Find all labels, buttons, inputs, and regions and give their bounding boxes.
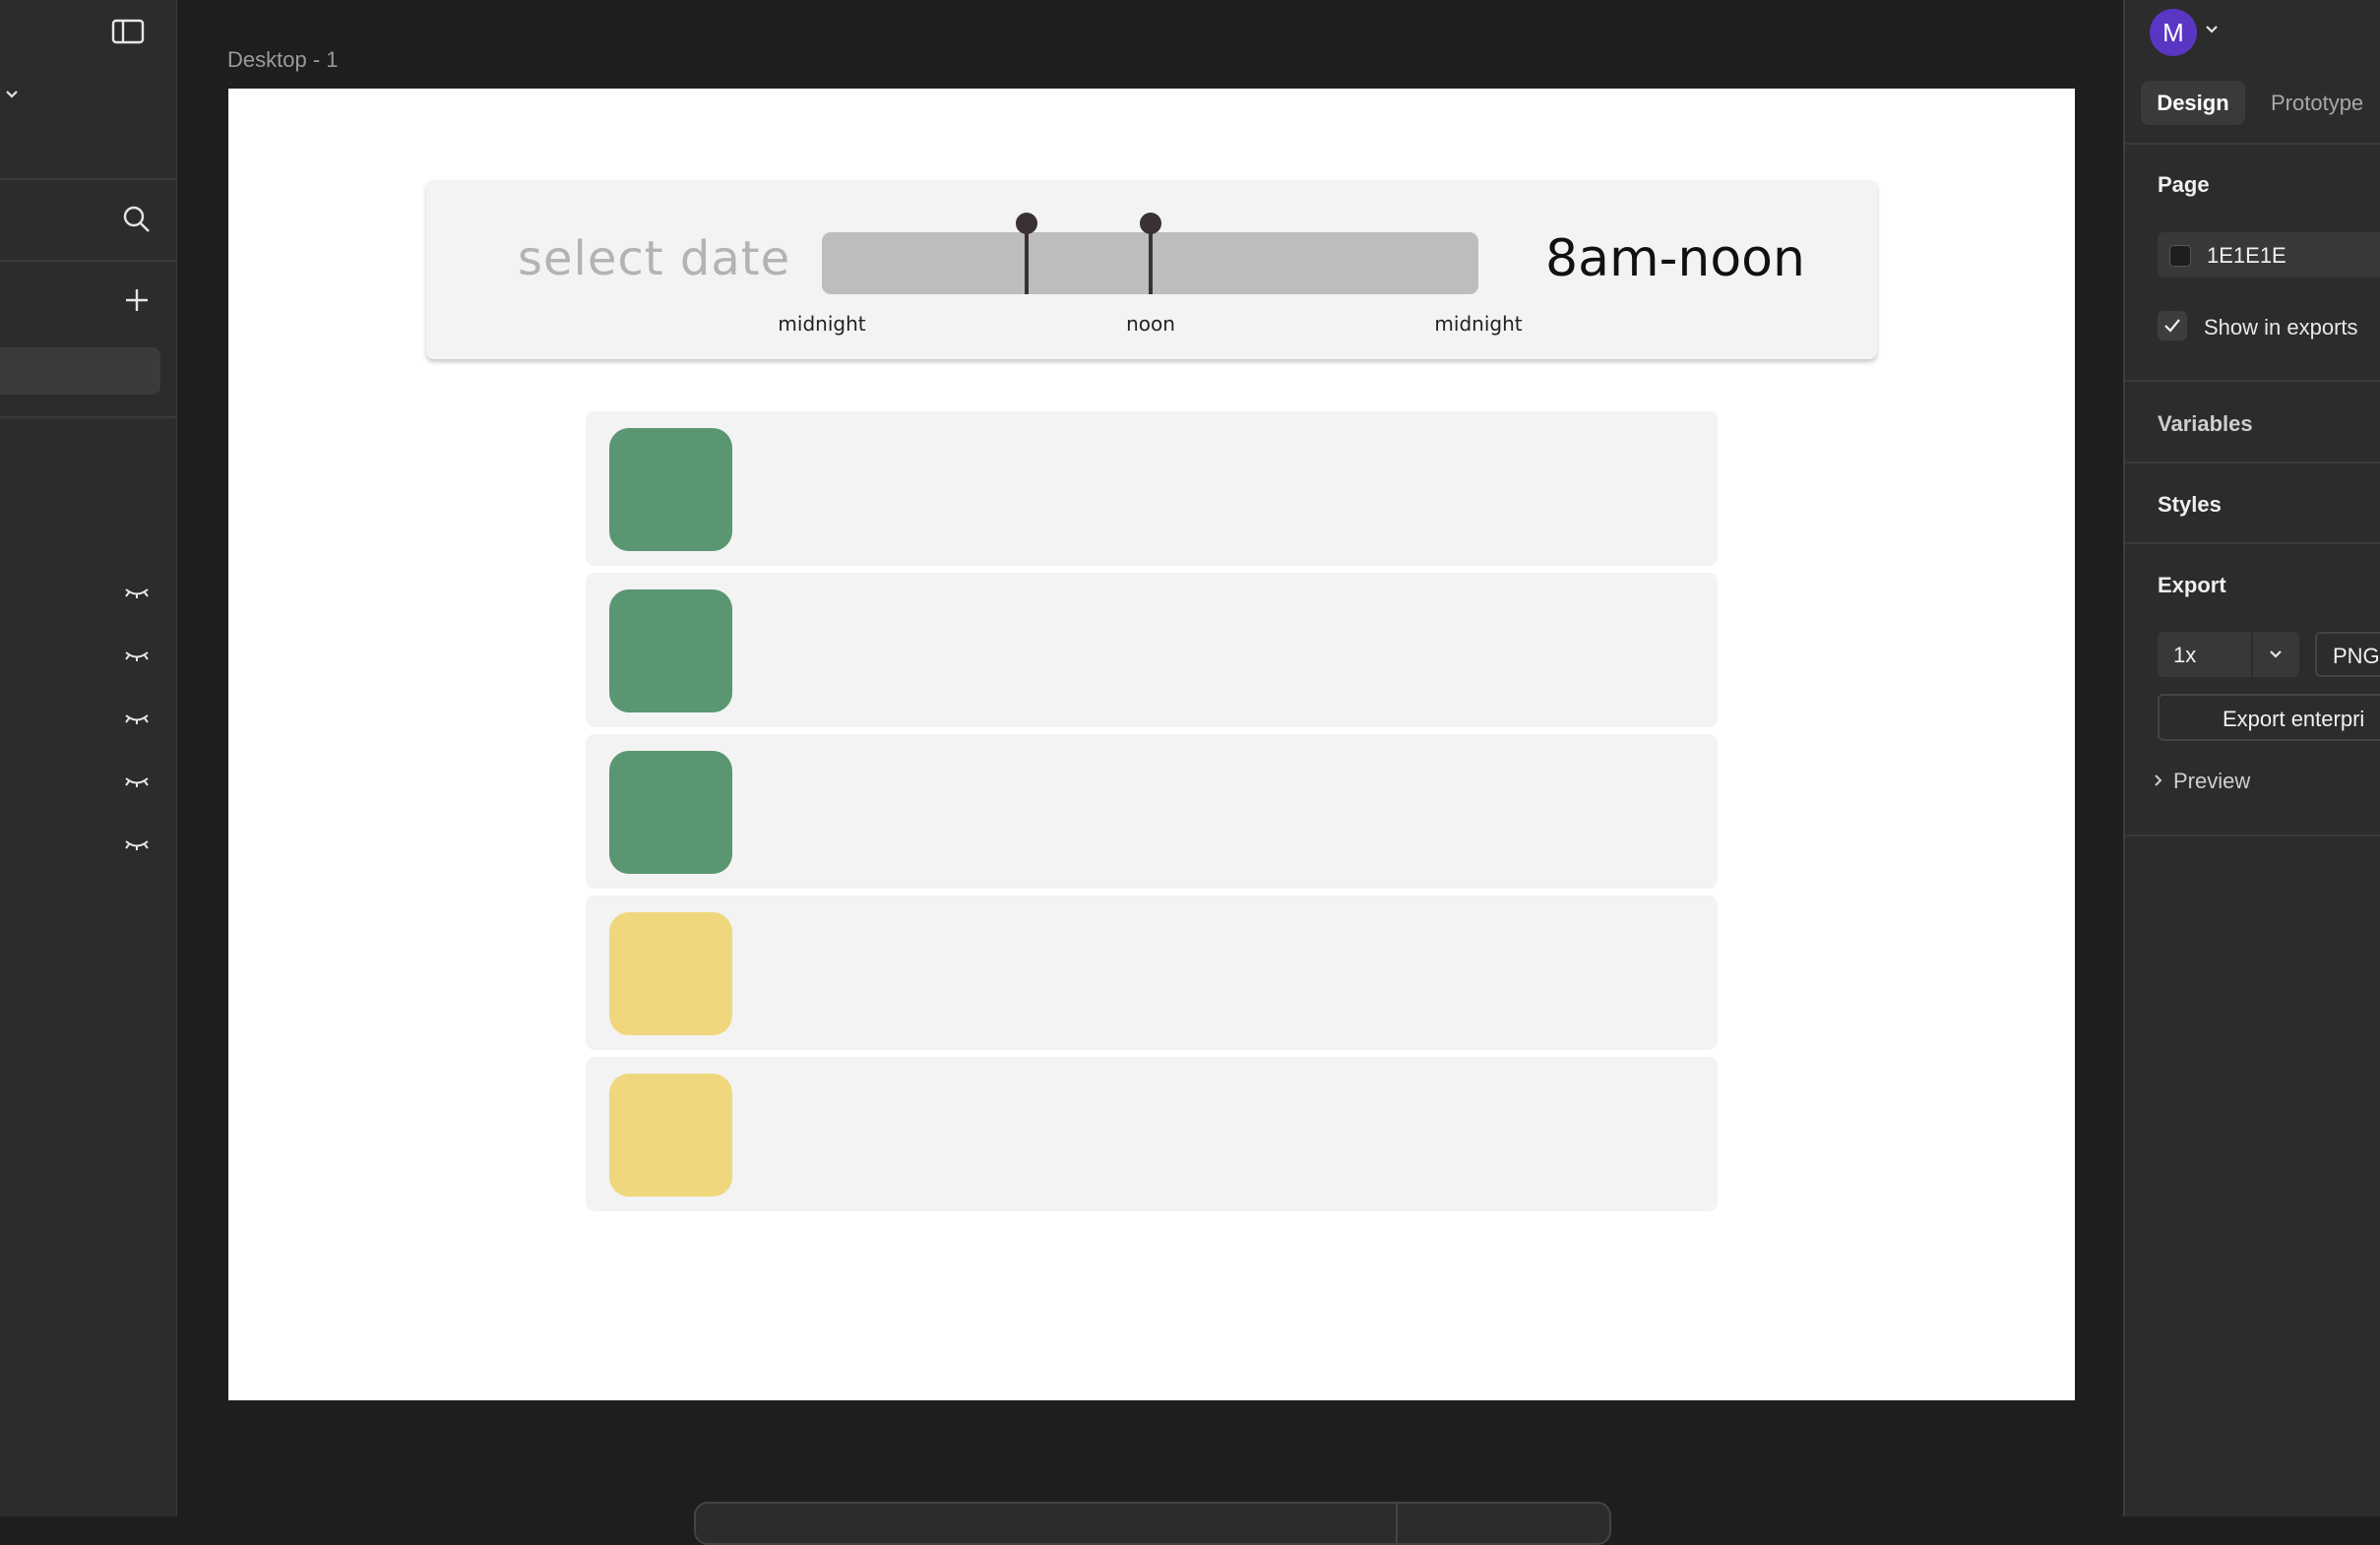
chevron-right-icon[interactable]	[2153, 772, 2164, 788]
list-row[interactable]	[586, 411, 1718, 566]
chevron-down-icon[interactable]	[2204, 24, 2220, 35]
tick-label-middle: noon	[1126, 312, 1175, 336]
slider-handle-start[interactable]	[1016, 213, 1038, 294]
date-time-picker-card[interactable]: select date midnight noon midnight 8am-n…	[426, 180, 1877, 359]
sidebar-divider	[0, 416, 176, 418]
export-button-label: Export enterpri	[2223, 707, 2365, 731]
eye-closed-icon[interactable]	[117, 825, 157, 864]
panel-divider	[2125, 462, 2380, 464]
tick-label-end: midnight	[1434, 312, 1523, 336]
status-swatch	[609, 1074, 732, 1197]
export-scale-value[interactable]: 1x	[2173, 643, 2196, 668]
status-swatch	[609, 428, 732, 551]
panel-divider	[2125, 380, 2380, 382]
sidebar-divider	[0, 178, 176, 180]
export-format-value[interactable]: PNG	[2333, 644, 2380, 669]
eye-closed-icon[interactable]	[117, 636, 157, 675]
eye-closed-icon[interactable]	[117, 762, 157, 801]
panel-divider	[2125, 143, 2380, 145]
export-section-title: Export	[2158, 573, 2226, 597]
desktop-frame[interactable]: select date midnight noon midnight 8am-n…	[228, 89, 2075, 1400]
list-row[interactable]	[586, 573, 1718, 727]
chevron-down-icon[interactable]	[0, 75, 31, 114]
toolbar-divider	[1396, 1504, 1398, 1543]
page-color-swatch[interactable]	[2169, 245, 2191, 267]
list-row[interactable]	[586, 734, 1718, 889]
slider-handle-knob[interactable]	[1016, 213, 1038, 234]
search-icon[interactable]	[117, 200, 157, 239]
eye-closed-icon[interactable]	[117, 699, 157, 738]
variables-section-title[interactable]: Variables	[2158, 411, 2253, 437]
tab-design[interactable]: Design	[2141, 81, 2245, 125]
export-format-select[interactable]: PNG	[2315, 632, 2380, 677]
page-color-field[interactable]: 1E1E1E	[2158, 232, 2380, 278]
sidebar-divider	[0, 260, 176, 262]
status-swatch	[609, 912, 732, 1035]
selected-page-item[interactable]	[0, 347, 160, 395]
slider-handle-stem	[1148, 232, 1153, 294]
sidebar-toggle-icon[interactable]	[108, 12, 148, 51]
chevron-down-icon[interactable]	[2262, 641, 2289, 668]
show-in-exports-label[interactable]: Show in exports	[2204, 315, 2358, 340]
slider-handle-stem	[1025, 232, 1030, 294]
tab-prototype[interactable]: Prototype	[2271, 91, 2363, 116]
page-color-value[interactable]: 1E1E1E	[2207, 243, 2286, 269]
right-properties-panel: M Design Prototype Page 1E1E1E Show in e…	[2123, 0, 2380, 1516]
page-section-title: Page	[2158, 172, 2210, 197]
frame-label[interactable]: Desktop - 1	[227, 47, 339, 73]
panel-divider	[2125, 542, 2380, 544]
slider-handle-knob[interactable]	[1139, 213, 1161, 234]
avatar[interactable]: M	[2150, 9, 2197, 56]
left-sidebar	[0, 0, 177, 1516]
status-swatch	[609, 589, 732, 712]
field-divider	[2251, 632, 2253, 677]
export-button[interactable]: Export enterpri	[2158, 694, 2380, 741]
export-preview-toggle[interactable]: Preview	[2173, 769, 2250, 794]
selected-time-range: 8am-noon	[1545, 229, 1805, 288]
slider-handle-end[interactable]	[1139, 213, 1161, 294]
list-row[interactable]	[586, 896, 1718, 1050]
plus-icon[interactable]	[117, 280, 157, 320]
export-scale-select[interactable]: 1x	[2158, 632, 2299, 677]
tick-label-start: midnight	[778, 312, 866, 336]
show-in-exports-checkbox[interactable]	[2158, 311, 2187, 340]
list-row[interactable]	[586, 1057, 1718, 1211]
select-date-placeholder[interactable]: select date	[518, 231, 790, 286]
checkmark-icon	[2164, 319, 2180, 333]
panel-divider	[2125, 834, 2380, 836]
bottom-toolbar[interactable]	[694, 1502, 1611, 1545]
status-swatch	[609, 751, 732, 874]
eye-closed-icon[interactable]	[117, 573, 157, 612]
styles-section-title[interactable]: Styles	[2158, 492, 2222, 518]
